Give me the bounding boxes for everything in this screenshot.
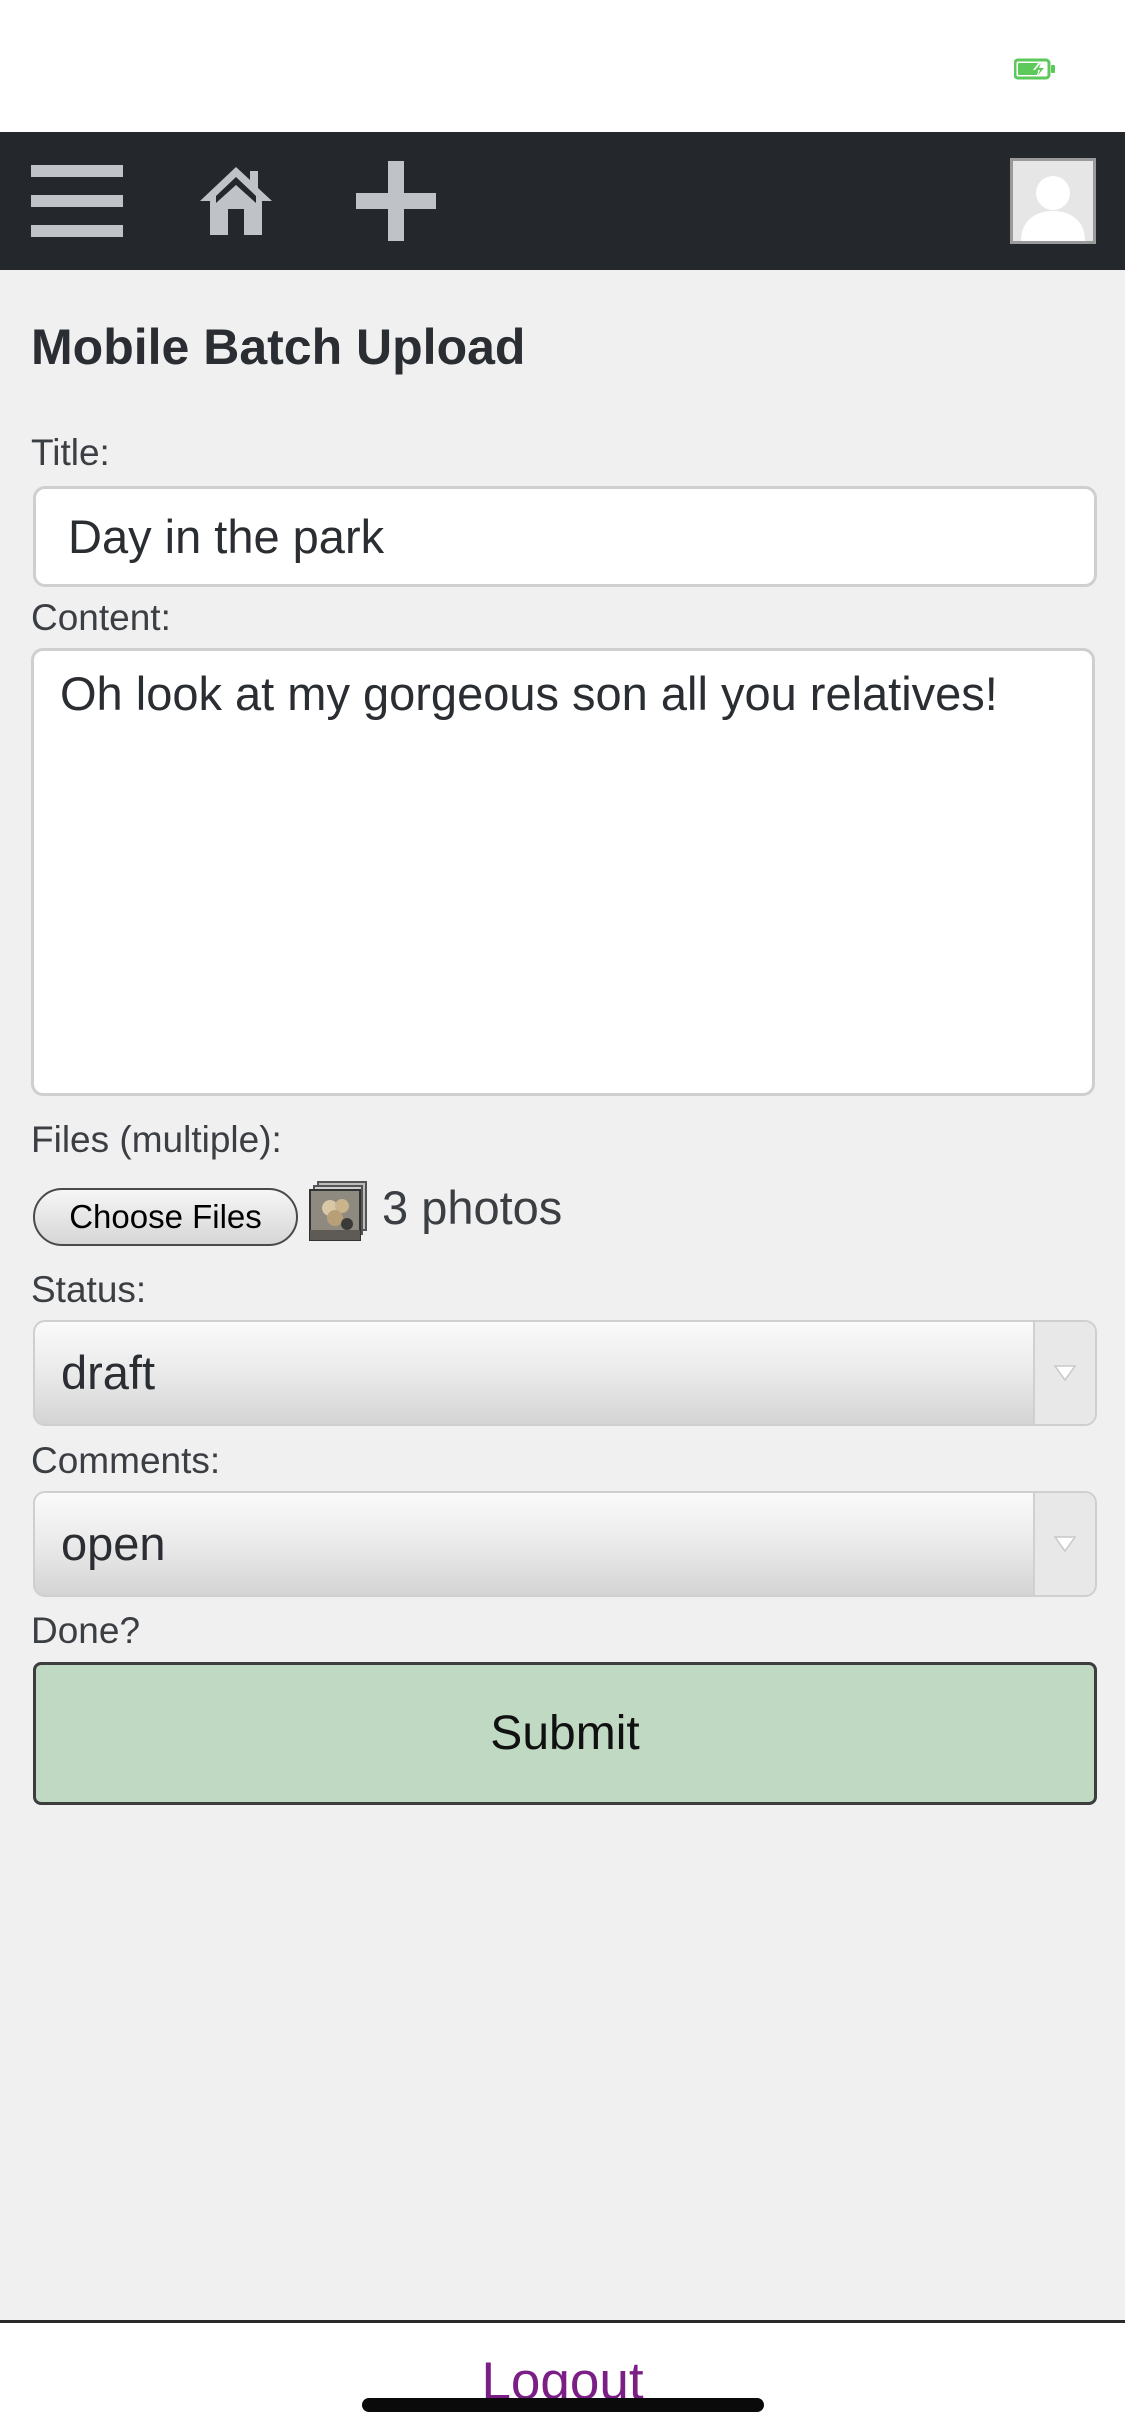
home-indicator <box>362 2398 764 2412</box>
comments-select[interactable]: open <box>33 1491 1097 1597</box>
page-title: Mobile Batch Upload <box>31 319 526 375</box>
battery-charging-icon <box>1014 58 1055 80</box>
status-select-value: draft <box>61 1346 156 1399</box>
footer: Logout <box>0 2320 1125 2436</box>
comments-label: Comments: <box>31 1440 221 1481</box>
choose-files-button[interactable]: Choose Files <box>33 1188 298 1246</box>
menu-button[interactable] <box>22 132 132 270</box>
content-textarea[interactable]: Oh look at my gorgeous son all you relat… <box>31 648 1095 1096</box>
submit-button[interactable]: Submit <box>33 1662 1097 1805</box>
home-icon <box>200 167 272 235</box>
add-button[interactable] <box>346 132 446 270</box>
files-label: Files (multiple): <box>31 1119 282 1160</box>
status-label: Status: <box>31 1269 147 1310</box>
status-chevron-down-icon <box>1033 1322 1095 1424</box>
status-bar <box>0 0 1125 132</box>
title-input[interactable] <box>33 486 1097 587</box>
comments-select-value: open <box>61 1517 166 1570</box>
content-label: Content: <box>31 597 171 638</box>
home-button[interactable] <box>186 132 286 270</box>
plus-icon <box>356 161 436 241</box>
avatar[interactable] <box>1010 158 1096 244</box>
files-selected-count: 3 photos <box>382 1181 563 1234</box>
status-select[interactable]: draft <box>33 1320 1097 1426</box>
comments-chevron-down-icon <box>1033 1493 1095 1595</box>
user-silhouette-icon <box>1013 161 1093 241</box>
done-label: Done? <box>31 1610 141 1651</box>
top-nav-bar <box>0 132 1125 270</box>
title-label: Title: <box>31 432 110 473</box>
hamburger-menu-icon <box>31 165 123 237</box>
photo-stack-icon <box>309 1181 367 1241</box>
